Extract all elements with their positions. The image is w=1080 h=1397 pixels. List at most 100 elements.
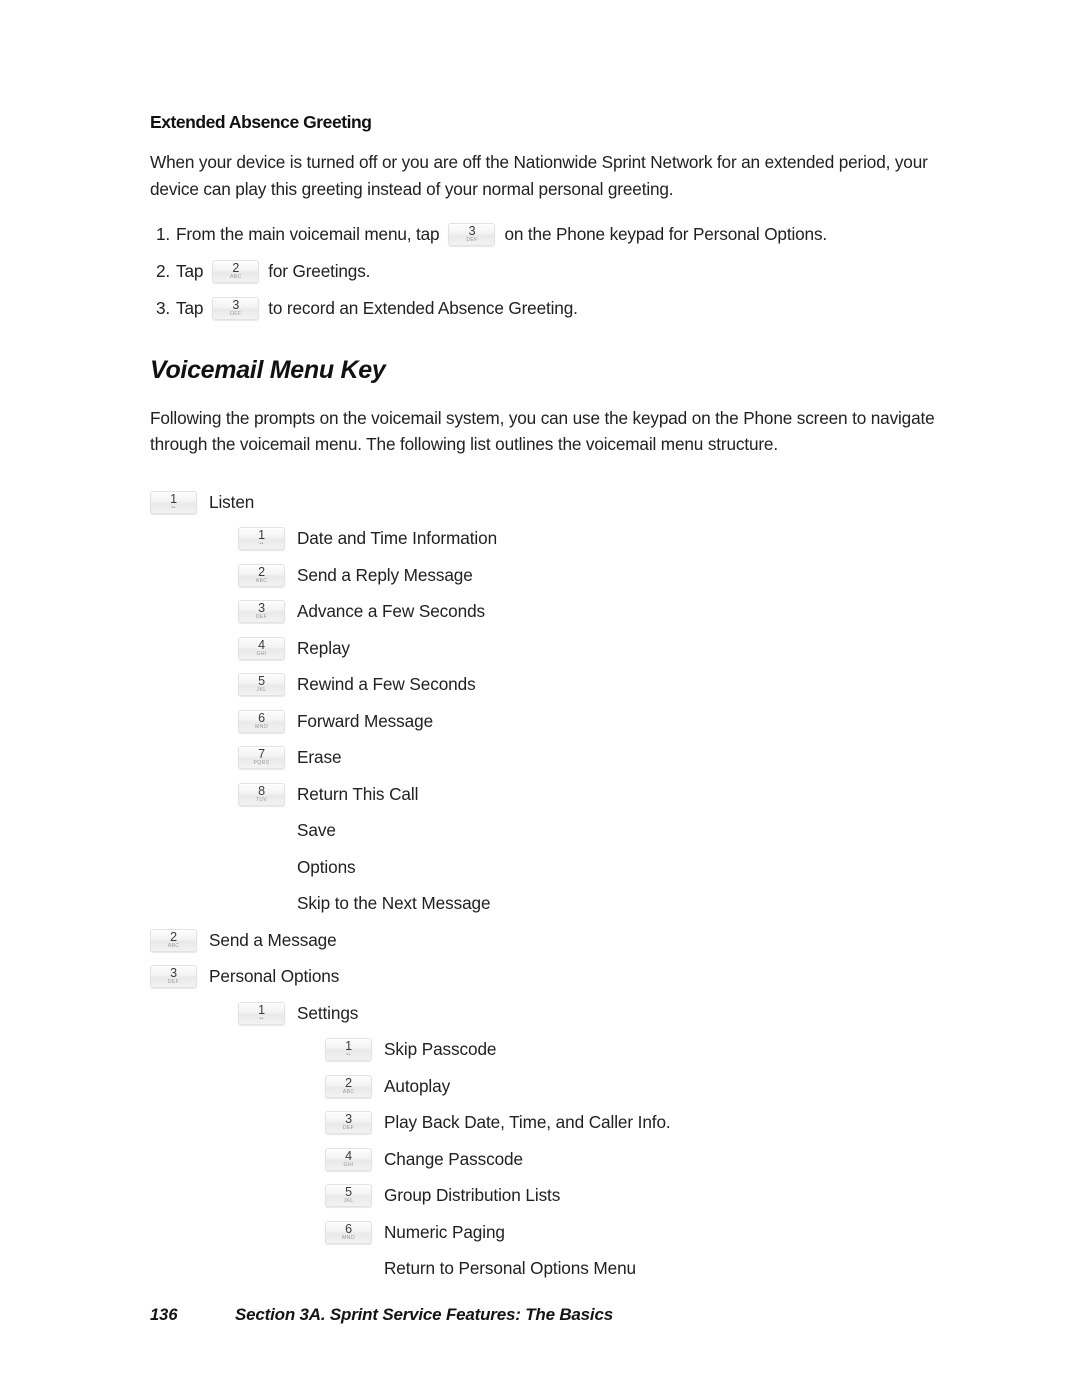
keypad-key-1-icon: 1 ••	[238, 527, 285, 550]
menu-tree-row: 1 •• Listen	[150, 484, 940, 521]
menu-tree-row: Skip to the Next Message	[150, 885, 940, 922]
keypad-key-digit: 3	[232, 297, 240, 312]
menu-tree-label: Erase	[297, 747, 342, 767]
keypad-key-3-icon: 3 DEF	[150, 965, 197, 988]
keypad-key-letters: ABC	[342, 1088, 355, 1095]
step-item: 3. Tap 3 DEF to record an Extended Absence G…	[150, 294, 940, 322]
keypad-key-letters: GHI	[256, 650, 267, 657]
menu-tree-row: 6 MNO Numeric Paging	[150, 1214, 940, 1251]
menu-tree-row: 3 DEF Advance a Few Seconds	[150, 593, 940, 630]
menu-tree-row: Save	[150, 812, 940, 849]
menu-tree-label: Autoplay	[384, 1075, 451, 1096]
menu-tree-row: 3 DEF Personal Options	[150, 958, 940, 995]
keypad-key-letters: ABC	[255, 577, 268, 584]
keypad-key-letters: ABC	[167, 942, 180, 949]
keypad-key-4-icon: 4 GHI	[238, 636, 285, 660]
keypad-key-2-icon: 2 ABC	[325, 1074, 372, 1098]
keypad-key-3-icon: 3 DEF	[325, 1111, 372, 1134]
menu-tree-label: Group Distribution Lists	[384, 1185, 561, 1205]
keypad-key-1-icon: 1 ••	[325, 1038, 372, 1061]
menu-tree-label: Advance a Few Seconds	[297, 601, 486, 621]
keypad-key-letters: ••	[259, 541, 264, 547]
menu-tree-row: Return to Personal Options Menu	[150, 1250, 940, 1287]
menu-tree-label: Personal Options	[209, 966, 340, 986]
menu-tree-label: Replay	[297, 637, 350, 658]
menu-tree-row: 2 ABC Autoplay	[150, 1068, 940, 1105]
menu-tree-label: Settings	[297, 1002, 359, 1023]
keypad-key-letters: DEF	[255, 614, 268, 620]
menu-tree-row: 7 PQRS Erase	[150, 739, 940, 776]
menu-tree-label: Date and Time Information	[297, 528, 498, 548]
keypad-key-1-icon: 1 ••	[150, 490, 197, 514]
heading-paragraph: Following the prompts on the voicemail s…	[150, 407, 935, 455]
keypad-key-letters: TUV	[255, 796, 268, 803]
keypad-key-digit: 3	[345, 1112, 352, 1126]
keypad-key-6-icon: 6 MNO	[238, 709, 285, 733]
menu-tree-row: 4 GHI Replay	[150, 630, 940, 667]
step-text-after: on the Phone keypad for Personal Options…	[504, 224, 828, 244]
keypad-key-digit: 5	[258, 674, 265, 688]
keypad-key-letters: DEF	[342, 1125, 355, 1131]
keypad-key-letters: GHI	[343, 1161, 354, 1168]
menu-tree-label: Save	[297, 820, 336, 840]
keypad-key-digit: 4	[345, 1148, 352, 1163]
intro-paragraph: When your device is turned off or you ar…	[150, 152, 928, 199]
menu-tree-label: Play Back Date, Time, and Caller Info.	[384, 1112, 671, 1132]
keypad-key-letters: ••	[259, 1015, 264, 1022]
keypad-key-3-icon: 3 DEF	[448, 222, 496, 246]
keypad-key-digit: 3	[258, 601, 265, 615]
keypad-key-2-icon: 2 ABC	[212, 259, 260, 283]
keypad-key-letters: ••	[171, 504, 176, 511]
menu-tree-label: Listen	[209, 491, 255, 512]
menu-tree-row: 5 JKL Group Distribution Lists	[150, 1177, 940, 1214]
menu-tree-row: 3 DEF Play Back Date, Time, and Caller Inf…	[150, 1104, 940, 1141]
keypad-key-digit: 6	[258, 710, 265, 725]
keypad-key-letters: DEF	[466, 236, 478, 243]
keypad-key-5-icon: 5 JKL	[325, 1184, 372, 1207]
page-title: Voicemail Menu Key	[150, 356, 386, 384]
keypad-key-3-icon: 3 DEF	[238, 600, 285, 623]
keypad-key-8-icon: 8 TUV	[238, 782, 285, 806]
keypad-key-1-icon: 1 ••	[238, 1001, 285, 1025]
menu-tree-label: Options	[297, 856, 356, 877]
keypad-key-digit: 1	[170, 491, 177, 506]
voicemail-menu-tree: 1 •• Listen 1 •• Date and Time Information 2 AB…	[150, 484, 940, 1287]
keypad-key-letters: JKL	[256, 687, 267, 693]
keypad-key-digit: 1	[345, 1039, 352, 1053]
step-number: 3.	[156, 298, 171, 318]
menu-tree-row: 6 MNO Forward Message	[150, 703, 940, 740]
keypad-key-digit: 2	[170, 929, 177, 944]
menu-tree-label: Rewind a Few Seconds	[297, 674, 476, 694]
keypad-key-letters: JKL	[343, 1198, 354, 1204]
section-subheading: Extended Absence Greeting	[150, 112, 372, 132]
step-number: 1.	[156, 224, 171, 244]
menu-tree-label: Forward Message	[297, 710, 434, 731]
menu-tree-row: 1 •• Date and Time Information	[150, 520, 940, 557]
keypad-key-digit: 5	[345, 1185, 352, 1199]
keypad-key-digit: 3	[170, 966, 177, 980]
step-number: 2.	[156, 261, 171, 281]
keypad-key-2-icon: 2 ABC	[238, 563, 285, 587]
keypad-key-digit: 2	[258, 564, 265, 579]
page-footer: 136 Section 3A. Sprint Service Features:…	[150, 1305, 940, 1325]
step-text-before: Tap	[176, 261, 204, 281]
keypad-key-4-icon: 4 GHI	[325, 1147, 372, 1171]
menu-tree-label: Return to Personal Options Menu	[384, 1258, 636, 1278]
step-text-after: to record an Extended Absence Greeting.	[268, 298, 578, 318]
keypad-key-digit: 1	[258, 528, 265, 542]
menu-tree-label: Return This Call	[297, 783, 419, 804]
step-text-after: for Greetings.	[268, 261, 371, 281]
keypad-key-letters: MNO	[254, 723, 268, 730]
menu-tree-row: 2 ABC Send a Reply Message	[150, 557, 940, 594]
keypad-key-digit: 8	[258, 783, 265, 798]
footer-section-title: Section 3A. Sprint Service Features: The…	[235, 1305, 613, 1324]
keypad-key-letters: DEF	[230, 310, 242, 317]
step-item: 1. From the main voicemail menu, tap 3 DEF o…	[150, 220, 940, 248]
menu-tree-label: Numeric Paging	[384, 1221, 505, 1242]
menu-tree-label: Skip Passcode	[384, 1039, 497, 1059]
keypad-key-letters: DEF	[167, 979, 180, 985]
menu-tree-row: 4 GHI Change Passcode	[150, 1141, 940, 1178]
menu-tree-row: 2 ABC Send a Message	[150, 922, 940, 959]
menu-tree-row: 8 TUV Return This Call	[150, 776, 940, 813]
menu-tree-row: 5 JKL Rewind a Few Seconds	[150, 666, 940, 703]
